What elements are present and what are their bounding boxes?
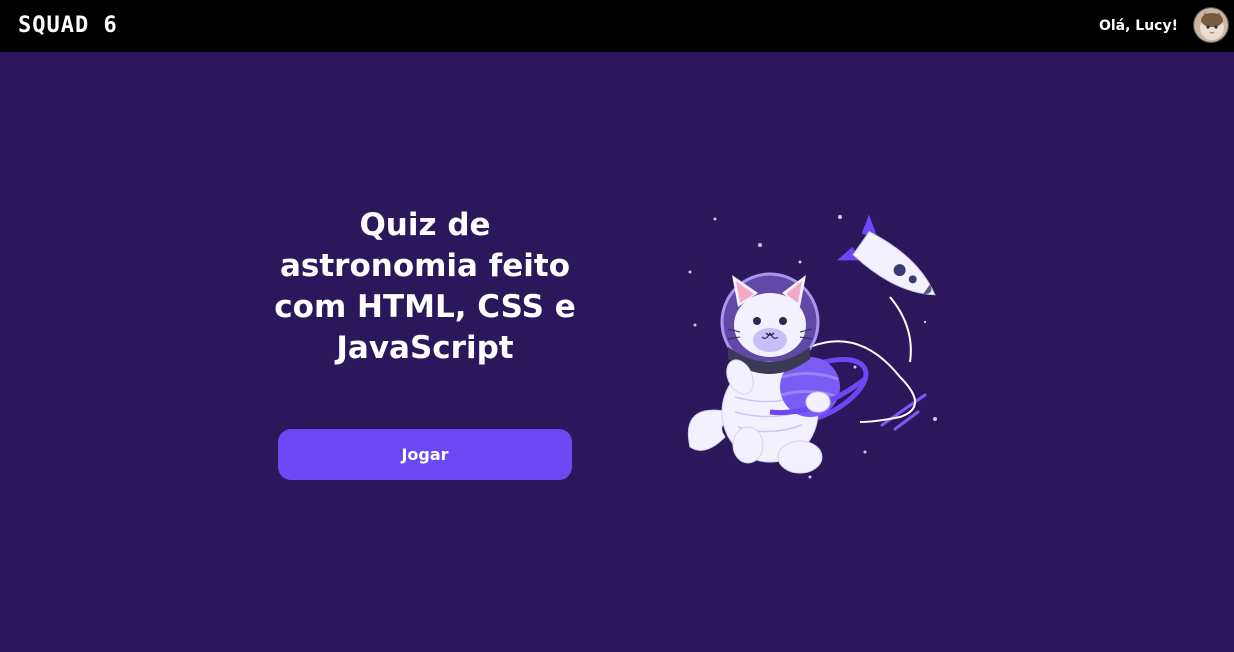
user-greeting: Olá, Lucy! <box>1098 18 1178 34</box>
astronaut-cat-illustration <box>687 214 937 479</box>
play-button[interactable]: Jogar <box>278 429 572 480</box>
avatar-image-icon <box>1194 8 1228 42</box>
top-navbar: SQUAD 6 Olá, Lucy! <box>0 0 1234 52</box>
logo[interactable]: SQUAD 6 <box>18 12 118 40</box>
page-title: Quiz de astronomia feito com HTML, CSS e… <box>274 207 576 366</box>
shooting-star-icon <box>880 393 927 431</box>
avatar[interactable] <box>1193 7 1229 43</box>
main-content: Quiz de astronomia feito com HTML, CSS e… <box>0 52 1234 652</box>
